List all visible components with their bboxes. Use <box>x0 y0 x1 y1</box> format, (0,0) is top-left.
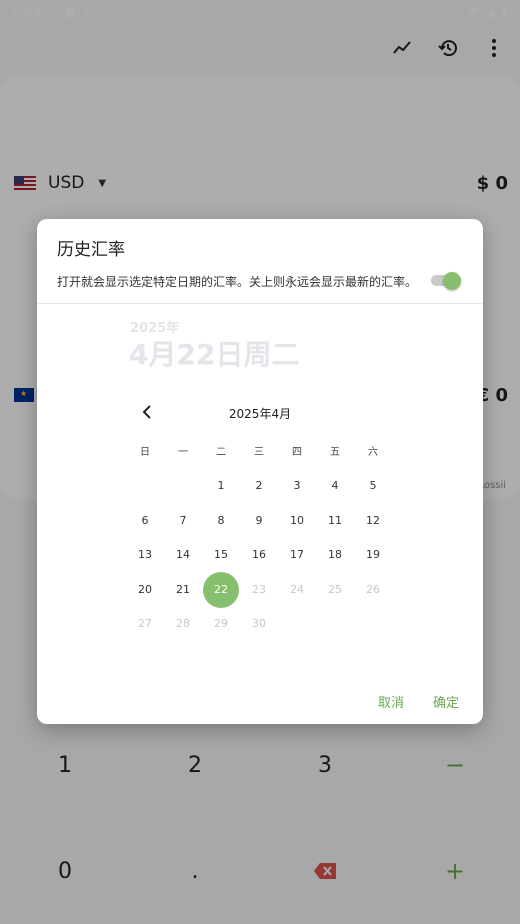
calendar-day[interactable]: 17 <box>279 545 315 565</box>
calendar-day[interactable]: 21 <box>165 580 201 600</box>
calendar-day: 25 <box>328 582 342 596</box>
calendar-day[interactable]: 19 <box>355 545 391 565</box>
calendar-day[interactable]: 13 <box>127 545 163 565</box>
calendar-day[interactable]: 10 <box>279 511 315 531</box>
calendar-day[interactable]: 2 <box>241 476 277 496</box>
dialog-title: 历史汇率 <box>57 240 125 260</box>
divider <box>37 303 483 304</box>
calendar-day: 24 <box>290 582 304 596</box>
historical-rate-dialog: 历史汇率 打开就会显示选定特定日期的汇率。关上则永远会显示最新的汇率。 2025… <box>37 219 483 724</box>
calendar-day[interactable]: 8 <box>203 511 239 531</box>
calendar-day[interactable]: 3 <box>279 476 315 496</box>
weekday-label: 三 <box>254 447 264 458</box>
weekday-label: 二 <box>216 447 226 458</box>
calendar-day[interactable]: 18 <box>317 545 353 565</box>
weekday-label: 六 <box>368 447 378 458</box>
calendar-day[interactable]: 16 <box>241 545 277 565</box>
dialog-description: 打开就会显示选定特定日期的汇率。关上则永远会显示最新的汇率。 <box>57 275 418 289</box>
calendar-day: 29 <box>214 617 228 631</box>
calendar-day[interactable]: 14 <box>165 545 201 565</box>
month-label-text: 2025年4月 <box>228 407 292 421</box>
month-label: 2025年4月 <box>37 405 483 422</box>
calendar-day[interactable]: 1 <box>203 476 239 496</box>
calendar-day: 27 <box>138 617 152 631</box>
weekday-label: 一 <box>178 447 188 458</box>
calendar-day[interactable]: 4 <box>317 476 353 496</box>
calendar-day: 26 <box>366 582 380 596</box>
calendar-day[interactable]: 11 <box>317 511 353 531</box>
calendar-day[interactable]: 22 <box>203 580 239 600</box>
calendar-day[interactable]: 12 <box>355 511 391 531</box>
weekday-label: 五 <box>330 447 340 458</box>
calendar-day[interactable]: 7 <box>165 511 201 531</box>
calendar-day[interactable]: 6 <box>127 511 163 531</box>
weekday-label: 四 <box>292 447 302 458</box>
calendar-day: 28 <box>176 617 190 631</box>
calendar-day: 30 <box>252 617 266 631</box>
toggle-thumb <box>443 272 461 290</box>
calendar-day[interactable]: 15 <box>203 545 239 565</box>
selected-date: 4月22日周二 <box>129 338 300 371</box>
historical-rate-toggle[interactable] <box>431 272 461 290</box>
calendar-day[interactable]: 5 <box>355 476 391 496</box>
ok-button[interactable]: 确定 <box>433 692 459 711</box>
weekday-label: 日 <box>140 447 150 458</box>
calendar-day: 23 <box>252 582 266 596</box>
calendar-day[interactable]: 20 <box>127 580 163 600</box>
cancel-button[interactable]: 取消 <box>378 692 404 711</box>
calendar-day[interactable]: 9 <box>241 511 277 531</box>
